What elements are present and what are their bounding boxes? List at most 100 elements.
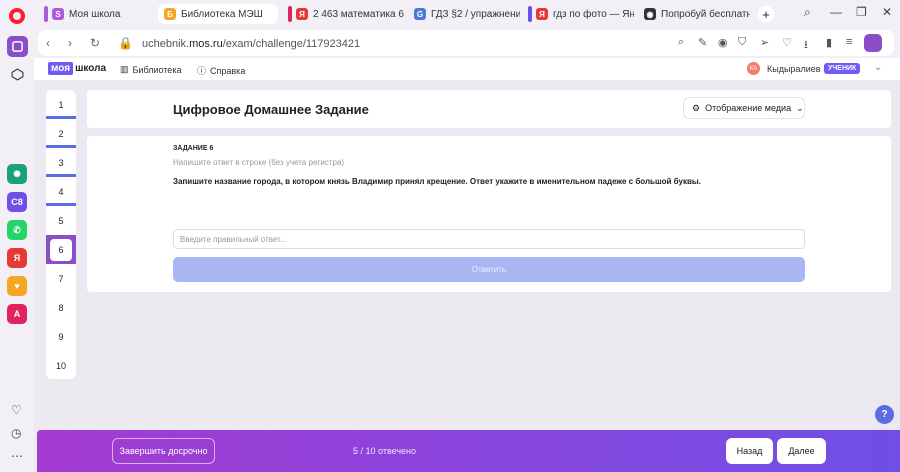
question-4[interactable]: 4: [46, 177, 76, 206]
opera-logo[interactable]: [9, 8, 25, 24]
battery-icon[interactable]: ▮: [826, 36, 832, 49]
profile-icon[interactable]: [864, 34, 882, 52]
question-number: 10: [55, 360, 66, 371]
brand-logo[interactable]: моя школа: [48, 62, 106, 75]
task-hint: Напишите ответ в строке (без учета регис…: [173, 158, 345, 167]
yandex-icon[interactable]: Я: [7, 248, 27, 268]
task-label: ЗАДАНИЕ 6: [173, 145, 214, 152]
translate-icon[interactable]: A: [7, 304, 27, 324]
task-card: ЗАДАНИЕ 6 Напишите ответ в строке (без у…: [87, 136, 891, 292]
favorites-icon[interactable]: ♥: [7, 276, 27, 296]
speed-dial-button[interactable]: [7, 64, 28, 85]
download-icon[interactable]: ⭳: [804, 36, 808, 55]
media-display-button[interactable]: ⚙ Отображение медиа ⌄: [683, 97, 805, 119]
answer-input[interactable]: [173, 229, 805, 249]
tab-label: 2 463 математика 6 кл: [313, 8, 404, 20]
finish-early-button[interactable]: Завершить досрочно: [112, 438, 215, 464]
tab-gdz-yandex[interactable]: Я гдз по фото — Яндекс: [522, 4, 634, 24]
restore-icon[interactable]: ❐: [856, 5, 867, 19]
reload-icon[interactable]: ↻: [90, 36, 100, 50]
lock-icon: 🔒: [118, 36, 133, 50]
forward-arrow-icon[interactable]: ›: [68, 36, 72, 50]
footer-bar: Завершить досрочно 5 / 10 отвечено Назад…: [37, 430, 900, 472]
send-icon[interactable]: ➢: [760, 36, 769, 49]
submit-button[interactable]: Ответить: [173, 257, 805, 282]
library-label: Библиотека: [132, 64, 182, 75]
whatsapp-icon[interactable]: ✆: [7, 220, 27, 240]
question-2[interactable]: 2: [46, 119, 76, 148]
question-number: 3: [58, 157, 64, 168]
more-icon[interactable]: ⋯: [11, 449, 23, 463]
question-9[interactable]: 9: [46, 322, 76, 351]
site-header: моя школа ▥ Библиотека ⓘ Справка КА Кыды…: [34, 58, 900, 80]
heart-outline-icon[interactable]: ♡: [782, 36, 792, 49]
tab-biblioteka-mesh[interactable]: Б Библиотека МЭШ: [158, 4, 278, 24]
tab-label: гдз по фото — Яндекс: [553, 8, 634, 20]
history-icon[interactable]: ◷: [11, 426, 21, 440]
address-bar: ‹ › ↻ 🔒 uchebnik.mos.ru/exam/challenge/1…: [38, 30, 894, 56]
heart-icon[interactable]: ♡: [11, 403, 22, 417]
question-10[interactable]: 10: [46, 351, 76, 380]
help-link[interactable]: ⓘ Справка: [197, 64, 245, 77]
browser-sidebar: ✺ C8 ✆ Я ♥ A ♡ ◷ ⋯: [0, 0, 34, 472]
progress-text: 5 / 10 отвечено: [353, 446, 417, 456]
avatar[interactable]: КА: [747, 62, 760, 75]
question-8[interactable]: 8: [46, 293, 76, 322]
shield-icon[interactable]: ⛉: [738, 36, 746, 49]
yandex-favicon-icon: Я: [296, 8, 308, 20]
home-button[interactable]: [7, 36, 28, 57]
aria-icon[interactable]: C8: [7, 192, 27, 212]
search-icon[interactable]: ⌕: [678, 36, 684, 49]
help-button[interactable]: ?: [875, 405, 894, 424]
question-number: 2: [58, 128, 64, 139]
tab-accent: [44, 6, 48, 22]
school-favicon-icon: S: [52, 8, 64, 20]
tab-accent: [288, 6, 292, 22]
user-name: Кыдыралиев: [767, 64, 821, 74]
question-navigator: 1 2 3 4 5 6 7 8 9 10: [46, 90, 76, 379]
book-icon: ▥: [120, 64, 129, 74]
url-prefix: uchebnik.: [142, 38, 190, 50]
tab-moya-shkola[interactable]: S Моя школа: [38, 4, 152, 24]
question-5[interactable]: 5: [46, 206, 76, 235]
chevron-down-icon[interactable]: ⌄: [874, 62, 882, 73]
media-button-label: Отображение медиа: [705, 103, 792, 113]
page-title: Цифровое Домашнее Задание: [173, 102, 369, 117]
chevron-down-icon: ⌄: [796, 102, 804, 113]
settings-icon: ⚙: [692, 102, 701, 113]
library-link[interactable]: ▥ Библиотека: [120, 64, 181, 75]
question-3[interactable]: 3: [46, 148, 76, 177]
question-1[interactable]: 1: [46, 90, 76, 119]
tab-gdz[interactable]: G ГДЗ §2 / упражнение 2: [408, 4, 520, 24]
home-icon: [12, 41, 23, 52]
address-bar-area: ‹ › ↻ 🔒 uchebnik.mos.ru/exam/challenge/1…: [34, 28, 900, 58]
tab-accent: [528, 6, 532, 22]
edit-icon[interactable]: ✎: [698, 36, 707, 49]
menu-icon[interactable]: ≡: [846, 36, 852, 48]
next-button[interactable]: Далее: [777, 438, 826, 464]
url-path: /exam/challenge/117923421: [222, 38, 361, 50]
tab-poprobuy[interactable]: ◉ Попробуй бесплатно:: [638, 4, 750, 24]
search-tabs-icon[interactable]: ⌕: [804, 5, 811, 20]
library-favicon-icon: Б: [164, 8, 176, 20]
brand-second: школа: [75, 63, 107, 74]
url-field[interactable]: uchebnik.mos.ru/exam/challenge/117923421: [142, 38, 360, 50]
tab-label: Библиотека МЭШ: [181, 8, 263, 20]
question-number: 6: [50, 238, 72, 261]
back-arrow-icon[interactable]: ‹: [46, 36, 50, 50]
close-window-icon[interactable]: ✕: [882, 5, 892, 19]
new-tab-button[interactable]: +: [758, 6, 774, 22]
question-number: 8: [58, 302, 64, 313]
minimize-icon[interactable]: —: [830, 5, 842, 19]
camera-icon[interactable]: ◉: [718, 36, 728, 49]
question-7[interactable]: 7: [46, 264, 76, 293]
question-number: 4: [58, 186, 64, 197]
tab-strip: S Моя школа Б Библиотека МЭШ Я 2 463 мат…: [34, 0, 900, 28]
tab-matematika[interactable]: Я 2 463 математика 6 кл: [282, 4, 404, 24]
chatgpt-icon[interactable]: ✺: [7, 164, 27, 184]
back-button[interactable]: Назад: [726, 438, 773, 464]
question-6[interactable]: 6: [46, 235, 76, 264]
brand-first: моя: [48, 62, 74, 75]
question-number: 7: [58, 273, 64, 284]
help-circle-icon: ⓘ: [197, 66, 207, 76]
